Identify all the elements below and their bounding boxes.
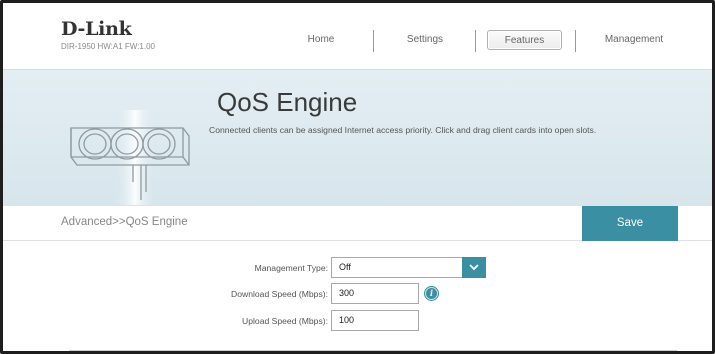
nav-settings[interactable]: Settings — [400, 30, 450, 50]
page-title: QoS Engine — [217, 87, 358, 117]
breadcrumb: Advanced>>QoS Engine — [61, 216, 188, 228]
upload-speed-label: Upload Speed (Mbps): — [242, 316, 328, 326]
management-type-value: Off — [339, 262, 351, 272]
info-icon[interactable]: i — [425, 287, 438, 300]
page-description: Connected clients can be assigned Intern… — [209, 125, 597, 135]
model-info: DIR-1950 HW:A1 FW:1.00 — [61, 42, 155, 51]
dlink-logo[interactable]: D-Link — [61, 18, 132, 40]
section-divider — [69, 350, 677, 351]
chevron-down-icon — [469, 264, 479, 271]
page-banner: QoS Engine Connected clients can be assi… — [3, 69, 712, 206]
management-type-select[interactable]: Off — [331, 257, 486, 278]
dropdown-toggle[interactable] — [462, 257, 486, 278]
upload-speed-input[interactable]: 100 — [331, 310, 419, 331]
nav-divider — [575, 30, 576, 52]
management-type-label: Management Type: — [254, 263, 328, 273]
download-speed-input[interactable]: 300 — [331, 283, 419, 304]
nav-management[interactable]: Management — [589, 30, 679, 50]
nav-divider — [373, 30, 374, 52]
top-bar: D-Link DIR-1950 HW:A1 FW:1.00 Home Setti… — [3, 3, 712, 69]
nav-divider — [475, 30, 476, 52]
router-device-illustration — [70, 110, 190, 205]
save-button[interactable]: Save — [582, 206, 678, 241]
nav-home[interactable]: Home — [296, 30, 346, 50]
download-speed-label: Download Speed (Mbps): — [231, 289, 328, 299]
app-window: D-Link DIR-1950 HW:A1 FW:1.00 Home Setti… — [0, 0, 715, 354]
nav-features[interactable]: Features — [487, 30, 562, 50]
qos-form: Management Type: Off Download Speed (Mbp… — [3, 241, 712, 351]
